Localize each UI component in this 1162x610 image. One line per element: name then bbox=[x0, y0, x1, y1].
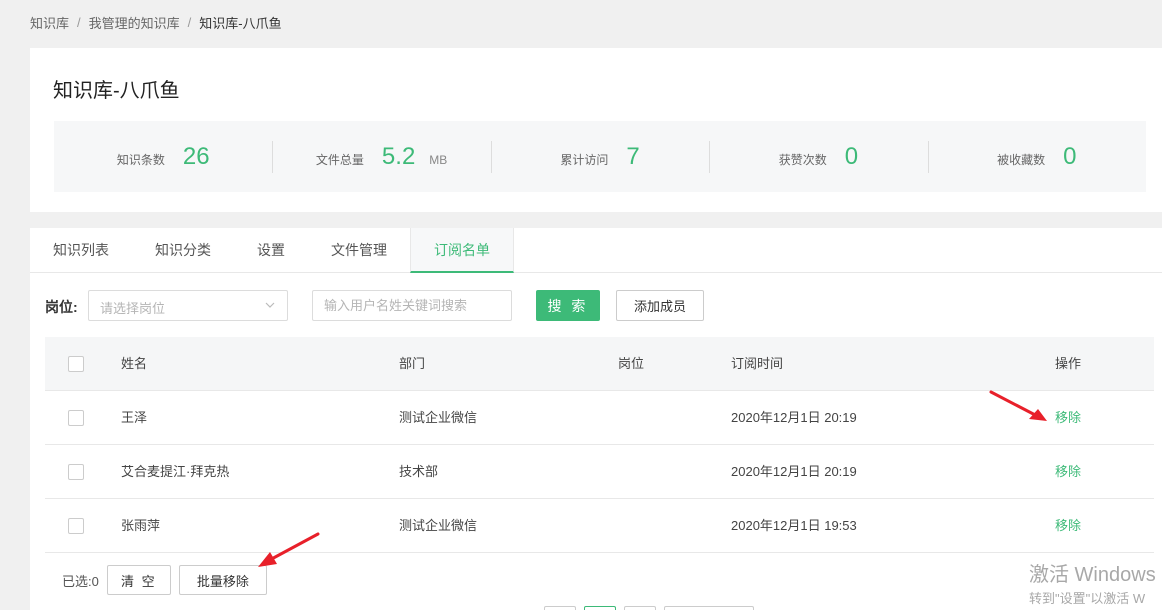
stat-value: 26 bbox=[182, 142, 210, 170]
stat-value: 7 bbox=[626, 142, 640, 170]
tab-file-management[interactable]: 文件管理 bbox=[308, 228, 410, 273]
row-checkbox[interactable] bbox=[68, 410, 84, 426]
header-op: 操作 bbox=[1055, 356, 1082, 371]
table-footer: 已选:0 清 空 批量移除 bbox=[62, 565, 267, 595]
table-row: 张雨萍 测试企业微信 2020年12月1日 19:53 移除 bbox=[45, 499, 1154, 553]
watermark-subtitle: 转到"设置"以激活 W bbox=[1029, 591, 1146, 606]
chevron-down-icon bbox=[265, 302, 275, 308]
breadcrumb-separator: / bbox=[77, 15, 81, 30]
stat-likes: 获赞次数 0 bbox=[709, 140, 927, 173]
header-name: 姓名 bbox=[121, 356, 148, 371]
add-member-button[interactable]: 添加成员 bbox=[616, 290, 704, 321]
table-row: 王泽 测试企业微信 2020年12月1日 20:19 移除 bbox=[45, 391, 1154, 445]
watermark-title: 激活 Windows bbox=[1029, 564, 1156, 586]
table-header-row: 姓名 部门 岗位 订阅时间 操作 bbox=[45, 337, 1154, 391]
cell-time: 2020年12月1日 20:19 bbox=[731, 410, 857, 425]
tab-settings[interactable]: 设置 bbox=[234, 228, 308, 273]
position-select-placeholder: 请选择岗位 bbox=[100, 301, 166, 316]
position-select[interactable]: 请选择岗位 bbox=[88, 290, 288, 321]
header-position: 岗位 bbox=[618, 356, 645, 371]
position-filter-label: 岗位: bbox=[45, 299, 78, 315]
breadcrumb-item-knowledge-base[interactable]: 知识库 bbox=[30, 13, 69, 32]
pagination-prev-button[interactable] bbox=[544, 606, 576, 610]
cell-time: 2020年12月1日 20:19 bbox=[731, 464, 857, 479]
cell-dept: 测试企业微信 bbox=[399, 410, 478, 425]
stat-label: 文件总量 bbox=[315, 152, 364, 167]
pagination-page-button[interactable] bbox=[584, 606, 616, 610]
select-all-checkbox[interactable] bbox=[68, 356, 84, 372]
stat-file-size: 文件总量 5.2 MB bbox=[272, 140, 490, 173]
stat-unit: MB bbox=[429, 152, 448, 167]
stat-value: 0 bbox=[1063, 142, 1077, 170]
pagination bbox=[544, 606, 754, 610]
page-title: 知识库-八爪鱼 bbox=[53, 80, 180, 102]
keyword-search-input[interactable] bbox=[312, 290, 512, 321]
tab-subscription-list[interactable]: 订阅名单 bbox=[410, 228, 514, 273]
remove-link[interactable]: 移除 bbox=[1055, 499, 1081, 553]
header-dept: 部门 bbox=[399, 356, 426, 371]
batch-remove-button[interactable]: 批量移除 bbox=[178, 565, 267, 595]
breadcrumb-separator: / bbox=[187, 15, 192, 30]
cell-dept: 技术部 bbox=[399, 464, 439, 479]
cell-name: 王泽 bbox=[121, 410, 148, 425]
tab-knowledge-list[interactable]: 知识列表 bbox=[30, 228, 132, 273]
breadcrumb-item-current: 知识库-八爪鱼 bbox=[199, 16, 282, 31]
subscription-card: 知识列表 知识分类 设置 文件管理 订阅名单 岗位: 请选择岗位 搜 索 添加成… bbox=[30, 228, 1162, 610]
search-button[interactable]: 搜 索 bbox=[536, 290, 600, 321]
clear-selection-button[interactable]: 清 空 bbox=[106, 565, 171, 595]
remove-link[interactable]: 移除 bbox=[1055, 445, 1081, 499]
stat-label: 获赞次数 bbox=[778, 152, 827, 167]
remove-link[interactable]: 移除 bbox=[1055, 391, 1081, 445]
subscriber-table: 姓名 部门 岗位 订阅时间 操作 王泽 测试企业微信 2020年12月1日 20… bbox=[45, 337, 1154, 553]
stat-label: 知识条数 bbox=[116, 152, 165, 167]
breadcrumb: 知识库 / 我管理的知识库 / 知识库-八爪鱼 bbox=[30, 13, 282, 32]
cell-dept: 测试企业微信 bbox=[399, 518, 478, 533]
stats-bar: 知识条数 26 文件总量 5.2 MB 累计访问 7 获赞次数 0 被收藏数 0 bbox=[54, 121, 1146, 192]
selected-count: 已选:0 bbox=[62, 573, 99, 589]
tab-bar: 知识列表 知识分类 设置 文件管理 订阅名单 bbox=[30, 228, 1162, 273]
stat-label: 累计访问 bbox=[560, 152, 609, 167]
cell-name: 艾合麦提江·拜克热 bbox=[121, 464, 230, 479]
row-checkbox[interactable] bbox=[68, 518, 84, 534]
cell-time: 2020年12月1日 19:53 bbox=[731, 518, 857, 533]
stat-visits: 累计访问 7 bbox=[490, 140, 709, 173]
row-checkbox[interactable] bbox=[68, 464, 84, 480]
stat-knowledge-count: 知识条数 26 bbox=[54, 141, 272, 173]
overview-card: 知识库-八爪鱼 知识条数 26 文件总量 5.2 MB 累计访问 7 获赞次数 … bbox=[30, 48, 1162, 212]
table-row: 艾合麦提江·拜克热 技术部 2020年12月1日 20:19 移除 bbox=[45, 445, 1154, 499]
tab-knowledge-category[interactable]: 知识分类 bbox=[132, 228, 234, 273]
pagination-next-button[interactable] bbox=[624, 606, 656, 610]
windows-activation-watermark: 激活 Windows 转到"设置"以激活 W bbox=[1029, 563, 1156, 609]
stat-favorites: 被收藏数 0 bbox=[927, 140, 1146, 173]
breadcrumb-item-my-managed[interactable]: 我管理的知识库 bbox=[89, 13, 180, 32]
cell-name: 张雨萍 bbox=[121, 518, 161, 533]
pagination-size-select[interactable] bbox=[664, 606, 754, 610]
stat-value: 5.2 bbox=[381, 142, 416, 170]
stat-label: 被收藏数 bbox=[997, 152, 1046, 167]
header-time: 订阅时间 bbox=[731, 356, 784, 371]
stat-value: 0 bbox=[844, 142, 859, 170]
